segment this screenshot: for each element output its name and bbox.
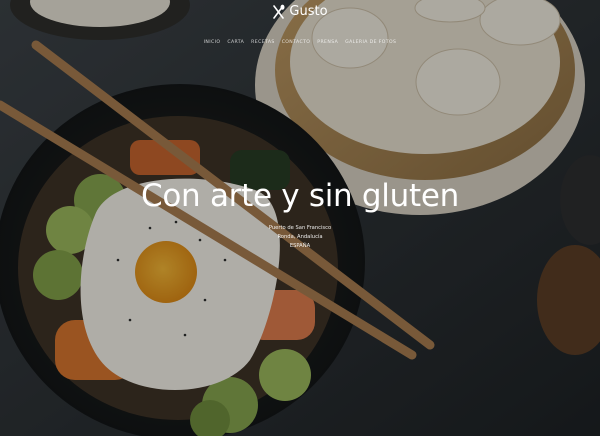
- hero-title: Con arte y sin gluten: [141, 178, 459, 214]
- nav-item-galeria[interactable]: GALERIA DE FOTOS: [345, 40, 396, 45]
- address-line-3: ESPAÑA: [289, 243, 311, 249]
- fork-knife-icon: [273, 4, 285, 19]
- hero-address: Puerto de San Francisco Ronda, Andalucía…: [0, 224, 600, 251]
- address-line-1: Puerto de San Francisco: [268, 225, 332, 231]
- hero-section: Gusto INICIO CARTA RECETAS CONTACTO PREN…: [0, 0, 600, 436]
- nav-item-inicio[interactable]: INICIO: [204, 40, 221, 45]
- nav-item-prensa[interactable]: PRENSA: [317, 40, 338, 45]
- nav-item-recetas[interactable]: RECETAS: [251, 40, 275, 45]
- dark-overlay: [0, 0, 600, 436]
- site-logo[interactable]: Gusto: [0, 4, 600, 19]
- site-title: Gusto: [289, 4, 328, 19]
- address-line-2: Ronda, Andalucía: [277, 234, 323, 240]
- nav-item-contacto[interactable]: CONTACTO: [282, 40, 311, 45]
- main-navigation: INICIO CARTA RECETAS CONTACTO PRENSA GAL…: [0, 40, 600, 45]
- nav-item-carta[interactable]: CARTA: [227, 40, 244, 45]
